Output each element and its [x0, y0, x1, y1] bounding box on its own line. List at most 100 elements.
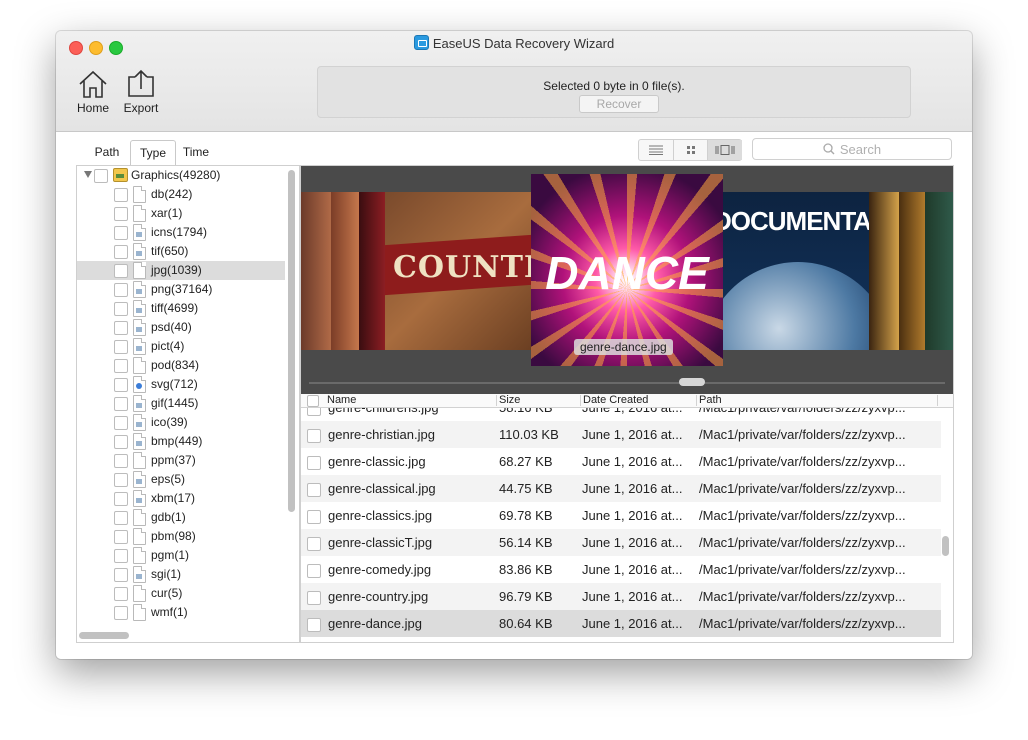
tree-item[interactable]: eps(5) [77, 470, 285, 489]
tree-checkbox[interactable] [114, 359, 128, 373]
tree-checkbox[interactable] [114, 245, 128, 259]
row-checkbox[interactable] [307, 537, 321, 551]
coverflow-scroll-track[interactable] [309, 382, 945, 384]
tree-item[interactable]: pgm(1) [77, 546, 285, 565]
file-browser-panel: COUNTRY DANCE DOCUMENTARY genre-dance.jp… [300, 165, 954, 643]
tree-checkbox[interactable] [114, 606, 128, 620]
cover-thumbnail[interactable] [331, 192, 359, 350]
home-button[interactable]: Home [74, 69, 112, 115]
row-checkbox[interactable] [307, 618, 321, 632]
cover-thumbnail-dance[interactable]: DANCE [531, 174, 723, 366]
row-checkbox[interactable] [307, 456, 321, 470]
tree-item[interactable]: gif(1445) [77, 394, 285, 413]
cover-thumbnail[interactable] [925, 192, 953, 350]
tab-type[interactable]: Type [130, 140, 176, 165]
row-checkbox[interactable] [307, 510, 321, 524]
tree-horizontal-scrollbar[interactable] [79, 632, 129, 639]
tree-checkbox[interactable] [114, 492, 128, 506]
tree-checkbox[interactable] [114, 587, 128, 601]
tree-checkbox[interactable] [114, 264, 128, 278]
tree-item[interactable]: tif(650) [77, 242, 285, 261]
coverflow-scroll-thumb[interactable] [679, 378, 705, 386]
tree-item[interactable]: tiff(4699) [77, 299, 285, 318]
tree-checkbox[interactable] [114, 207, 128, 221]
tab-time[interactable]: Time [174, 140, 218, 164]
cover-thumbnail[interactable] [301, 192, 331, 350]
table-row[interactable]: genre-country.jpg 96.79 KB June 1, 2016 at… [301, 583, 941, 610]
row-checkbox[interactable] [307, 429, 321, 443]
tree-item[interactable]: cur(5) [77, 584, 285, 603]
cover-thumbnail[interactable] [869, 192, 899, 350]
tree-checkbox[interactable] [114, 454, 128, 468]
table-row[interactable]: genre-dance.jpg 80.64 KB June 1, 2016 at..… [301, 610, 941, 637]
cover-thumbnail[interactable] [359, 192, 385, 350]
column-header-date-created[interactable]: Date Created [583, 394, 648, 407]
tree-checkbox[interactable] [114, 568, 128, 582]
tree-checkbox[interactable] [114, 321, 128, 335]
cover-thumbnail[interactable] [899, 192, 925, 350]
cell-size: 96.79 KB [499, 589, 553, 604]
tree-item[interactable]: gdb(1) [77, 508, 285, 527]
tree-item[interactable]: png(37164) [77, 280, 285, 299]
image-file-icon [133, 243, 146, 260]
column-header-path[interactable]: Path [699, 394, 722, 407]
tab-path[interactable]: Path [84, 140, 130, 164]
tree-checkbox[interactable] [114, 549, 128, 563]
tree-item[interactable]: sgi(1) [77, 565, 285, 584]
tree-item[interactable]: psd(40) [77, 318, 285, 337]
tree-checkbox[interactable] [114, 378, 128, 392]
tree-item[interactable]: bmp(449) [77, 432, 285, 451]
row-checkbox[interactable] [307, 591, 321, 605]
tree-checkbox[interactable] [114, 340, 128, 354]
tree-item[interactable]: ico(39) [77, 413, 285, 432]
table-row[interactable]: genre-christian.jpg 110.03 KB June 1, 2016… [301, 421, 941, 448]
tree-root-graphics[interactable]: Graphics(49280) [77, 166, 285, 185]
column-header-name[interactable]: Name [327, 394, 356, 407]
table-row[interactable]: genre-childrens.jpg 58.16 KB June 1, 2016 … [301, 408, 941, 421]
table-row[interactable]: genre-classicT.jpg 56.14 KB June 1, 2016 a… [301, 529, 941, 556]
tree-item[interactable]: svg(712) [77, 375, 285, 394]
tree-checkbox[interactable] [114, 416, 128, 430]
table-row[interactable]: genre-classics.jpg 69.78 KB June 1, 2016 a… [301, 502, 941, 529]
table-row[interactable]: genre-classic.jpg 68.27 KB June 1, 2016 at… [301, 448, 941, 475]
tree-checkbox[interactable] [114, 283, 128, 297]
tree-item[interactable]: pict(4) [77, 337, 285, 356]
disclosure-triangle-icon[interactable] [84, 171, 92, 178]
row-checkbox[interactable] [307, 564, 321, 578]
tree-checkbox[interactable] [114, 473, 128, 487]
select-all-checkbox[interactable] [307, 395, 319, 407]
export-button[interactable]: Export [120, 69, 162, 115]
tree-vertical-scrollbar[interactable] [288, 170, 295, 512]
tree-item[interactable]: db(242) [77, 185, 285, 204]
table-row[interactable]: genre-classical.jpg 44.75 KB June 1, 2016 … [301, 475, 941, 502]
tree-item[interactable]: jpg(1039) [77, 261, 285, 280]
grid-view-button[interactable] [673, 140, 708, 160]
cover-thumbnail-documentary[interactable]: DOCUMENTARY [723, 192, 869, 350]
tree-item[interactable]: pbm(98) [77, 527, 285, 546]
row-checkbox[interactable] [307, 408, 321, 416]
tree-item[interactable]: wmf(1) [77, 603, 285, 622]
tree-item[interactable]: xbm(17) [77, 489, 285, 508]
cover-thumbnail-country[interactable]: COUNTRY [385, 192, 531, 350]
list-view-button[interactable] [639, 140, 673, 160]
tree-item[interactable]: pod(834) [77, 356, 285, 375]
table-row[interactable]: genre-comedy.jpg 83.86 KB June 1, 2016 at.… [301, 556, 941, 583]
tree-checkbox[interactable] [114, 511, 128, 525]
tree-checkbox[interactable] [114, 530, 128, 544]
search-field[interactable]: Search [752, 138, 952, 160]
tree-item[interactable]: ppm(37) [77, 451, 285, 470]
tree-checkbox[interactable] [114, 435, 128, 449]
table-vertical-scrollbar[interactable] [942, 536, 949, 556]
row-checkbox[interactable] [307, 483, 321, 497]
column-header-size[interactable]: Size [499, 394, 520, 407]
tree-checkbox[interactable] [94, 169, 108, 183]
tree-item[interactable]: icns(1794) [77, 223, 285, 242]
tree-checkbox[interactable] [114, 188, 128, 202]
tree-checkbox[interactable] [114, 397, 128, 411]
recover-button[interactable]: Recover [579, 95, 659, 113]
tree-checkbox[interactable] [114, 302, 128, 316]
tree-checkbox[interactable] [114, 226, 128, 240]
coverflow-view-button[interactable] [707, 140, 742, 160]
cell-date: June 1, 2016 at... [582, 427, 683, 442]
tree-item[interactable]: xar(1) [77, 204, 285, 223]
